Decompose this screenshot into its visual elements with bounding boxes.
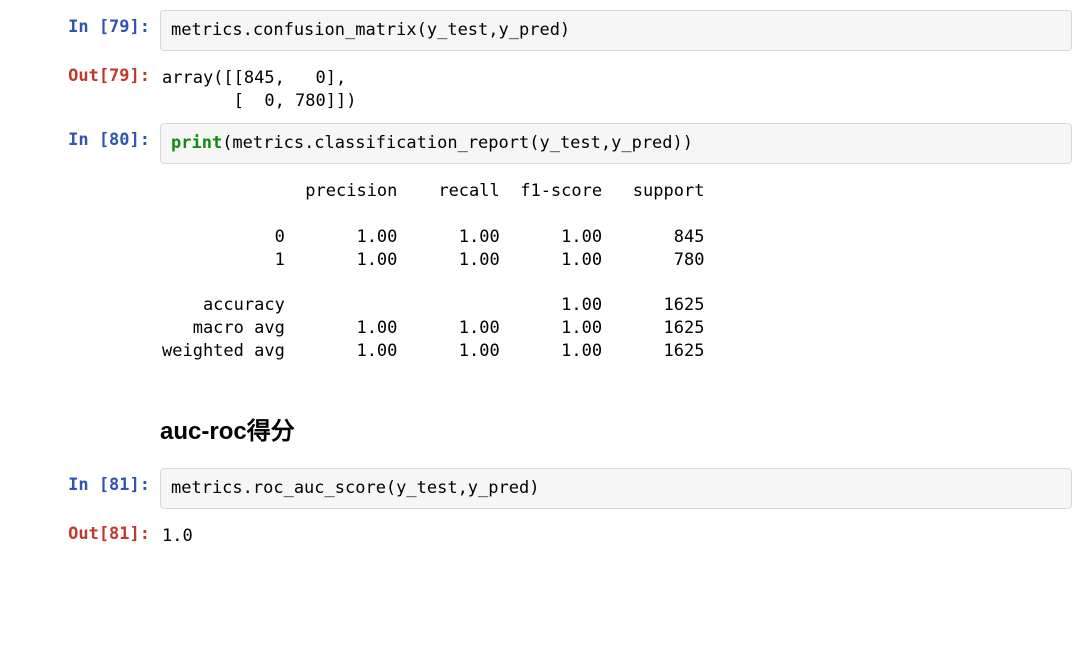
stdout-cell-80: precision recall f1-score support 0 1.00…	[0, 166, 1080, 368]
code-input-79[interactable]: metrics.confusion_matrix(y_test,y_pred)	[160, 10, 1072, 51]
empty-prompt	[0, 172, 160, 184]
code-cell-79: In [79]: metrics.confusion_matrix(y_test…	[0, 4, 1080, 53]
markdown-heading-auc-roc: auc-roc得分	[160, 373, 1072, 460]
output-prompt-81: Out[81]:	[0, 517, 160, 552]
code-text: (metrics.classification_report(y_test,y_…	[222, 133, 693, 153]
output-text-81: 1.0	[160, 517, 1072, 550]
code-text: metrics.confusion_matrix(y_test,y_pred)	[171, 20, 570, 40]
input-prompt-79: In [79]:	[0, 10, 160, 45]
code-text: metrics.roc_auc_score(y_test,y_pred)	[171, 478, 539, 498]
code-cell-80: In [80]: print(metrics.classification_re…	[0, 117, 1080, 166]
output-cell-81: Out[81]: 1.0	[0, 511, 1080, 554]
markdown-cell: auc-roc得分	[0, 367, 1080, 462]
jupyter-notebook: In [79]: metrics.confusion_matrix(y_test…	[0, 0, 1080, 574]
code-input-81[interactable]: metrics.roc_auc_score(y_test,y_pred)	[160, 468, 1072, 509]
output-text-79: array([[845, 0], [ 0, 780]])	[160, 59, 1072, 115]
keyword-print: print	[171, 133, 222, 153]
output-cell-79: Out[79]: array([[845, 0], [ 0, 780]])	[0, 53, 1080, 117]
code-cell-81: In [81]: metrics.roc_auc_score(y_test,y_…	[0, 462, 1080, 511]
output-prompt-79: Out[79]:	[0, 59, 160, 94]
stdout-text-80: precision recall f1-score support 0 1.00…	[160, 172, 1072, 366]
input-prompt-81: In [81]:	[0, 468, 160, 503]
empty-prompt	[0, 373, 160, 385]
code-input-80[interactable]: print(metrics.classification_report(y_te…	[160, 123, 1072, 164]
input-prompt-80: In [80]:	[0, 123, 160, 158]
